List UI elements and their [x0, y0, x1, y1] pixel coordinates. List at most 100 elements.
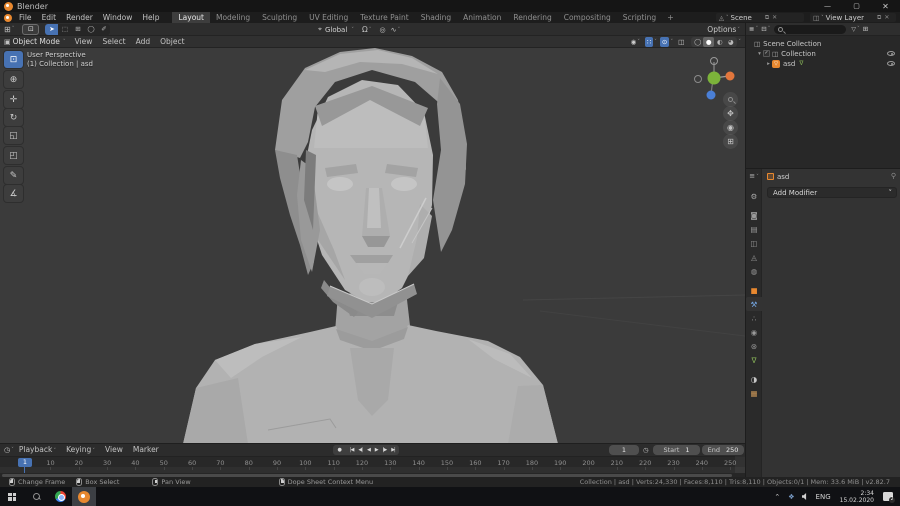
disclosure-triangle-icon[interactable]: ▾: [756, 51, 763, 57]
workspace-tab-animation[interactable]: Animation: [457, 12, 507, 23]
properties-tab-world[interactable]: ◍: [746, 264, 762, 278]
timeline-menu-playback[interactable]: Playback˅: [14, 444, 61, 457]
pan-button[interactable]: ✥: [723, 106, 738, 121]
tool-select-box[interactable]: ⊡: [4, 51, 23, 68]
workspace-tab-sculpting[interactable]: Sculpting: [256, 12, 303, 23]
timeline-menu-view[interactable]: View: [100, 444, 128, 457]
viewport-menu-add[interactable]: Add: [131, 36, 156, 47]
viewport-menu-object[interactable]: Object: [155, 36, 189, 47]
properties-tab-modifiers[interactable]: ⚒: [746, 297, 762, 311]
maximize-button[interactable]: ▢: [842, 0, 871, 12]
frame-start-field[interactable]: Start 1: [653, 445, 700, 455]
select-mode-select-box-new[interactable]: ⊞: [71, 24, 84, 35]
scene-selector[interactable]: ◬ ˅ Scene ⧉ ✕: [716, 13, 804, 22]
outliner-row-asd[interactable]: ▸ ▽ asd ∇: [746, 59, 900, 68]
proportional-falloff-icon[interactable]: ∿: [391, 26, 397, 34]
action-center-icon[interactable]: 2: [883, 492, 895, 503]
minimize-button[interactable]: —: [813, 0, 842, 12]
properties-tab-tool[interactable]: ⚙: [746, 189, 762, 203]
workspace-tab-rendering[interactable]: Rendering: [507, 12, 557, 23]
menubar-item-window[interactable]: Window: [98, 12, 138, 23]
timeline-menu-keying[interactable]: Keying˅: [61, 444, 100, 457]
workspace-tab-shading[interactable]: Shading: [415, 12, 457, 23]
disclosure-triangle-icon[interactable]: ▸: [765, 61, 772, 67]
transform-orientation-icon[interactable]: ⌖: [318, 25, 322, 34]
close-button[interactable]: ✕: [871, 0, 900, 12]
taskbar-clock[interactable]: 2:34 15.02.2020: [840, 490, 874, 504]
new-collection-button[interactable]: ⊞: [863, 25, 868, 33]
proportional-editing-icon[interactable]: ◎: [380, 26, 386, 34]
auto-keying-button[interactable]: ●: [335, 447, 343, 453]
timeline-ruler[interactable]: 1 10 20 30 40 50 60 70 80 90 100 110 120 130 140 150 16…: [0, 456, 745, 467]
jump-to-start-button[interactable]: |◀: [347, 447, 356, 453]
tool-annotate[interactable]: ✎: [4, 167, 23, 184]
workspace-tab-compositing[interactable]: Compositing: [558, 12, 617, 23]
xray-toggle[interactable]: ◫: [676, 37, 686, 47]
hide-in-viewport-eye-icon[interactable]: [887, 61, 895, 66]
properties-tab-object[interactable]: ■: [746, 283, 762, 297]
jump-to-next-keyframe-button[interactable]: |▶: [380, 447, 389, 453]
menubar-item-file[interactable]: File: [14, 12, 37, 23]
shading-rendered[interactable]: ◕: [725, 37, 736, 47]
frame-end-field[interactable]: End 250: [702, 445, 744, 455]
options-button[interactable]: Options ˅: [707, 24, 740, 35]
tool-transform[interactable]: ◰: [4, 147, 23, 164]
show-gizmo-toggle[interactable]: ∷: [645, 37, 654, 47]
properties-tab-render[interactable]: ◙: [746, 208, 762, 222]
object-visibility-button[interactable]: ◉ ˅: [629, 37, 642, 47]
workspace-tab-layout[interactable]: Layout: [172, 12, 210, 23]
tray-expand-chevron[interactable]: ⌃: [774, 493, 780, 501]
pin-icon[interactable]: ⚲: [891, 172, 896, 180]
unlink-scene-icon[interactable]: ✕: [772, 14, 777, 21]
show-overlays-toggle[interactable]: ⊙: [659, 37, 670, 47]
menubar-item-render[interactable]: Render: [61, 12, 98, 23]
editor-type-selector[interactable]: ≡˅: [747, 172, 761, 180]
tool-scale[interactable]: ◱: [4, 127, 23, 144]
outliner-row-collection[interactable]: ▾ ✓ ◫ Collection: [746, 49, 900, 58]
outliner-display-mode[interactable]: ≣ ˅: [749, 25, 758, 33]
add-workspace-button[interactable]: +: [662, 12, 679, 23]
new-scene-icon[interactable]: ⧉: [765, 14, 769, 22]
jump-to-prev-keyframe-button[interactable]: ◀|: [356, 447, 365, 453]
select-mode-tweak[interactable]: ➤: [45, 23, 59, 35]
tool-cursor[interactable]: ⊕: [4, 71, 23, 88]
language-indicator[interactable]: ENG: [816, 493, 831, 501]
menubar-item-edit[interactable]: Edit: [37, 12, 62, 23]
perspective-toggle-button[interactable]: ⊞: [723, 134, 738, 149]
snap-magnet-icon[interactable]: Ω: [362, 25, 368, 34]
mode-selector[interactable]: ▣ Object Mode ˅: [4, 37, 66, 46]
select-mode-select-box[interactable]: ⬚: [58, 24, 71, 35]
tool-move[interactable]: ✛: [4, 91, 23, 108]
shading-material-preview[interactable]: ◐: [714, 37, 725, 47]
properties-tab-scene[interactable]: ◬: [746, 250, 762, 264]
select-mode-select-circle[interactable]: ◯: [84, 24, 97, 35]
orientation-label[interactable]: Global: [325, 26, 347, 34]
properties-tab-particles[interactable]: ∴: [746, 311, 762, 325]
shading-solid[interactable]: ●: [703, 37, 715, 47]
outliner-search-input[interactable]: [774, 24, 847, 34]
shading-wireframe[interactable]: ◯: [692, 37, 703, 47]
volume-icon[interactable]: [801, 493, 807, 500]
properties-tab-material[interactable]: ◑: [746, 372, 762, 386]
collection-checkbox[interactable]: ✓: [763, 50, 770, 57]
properties-tab-texture[interactable]: ▦: [746, 386, 762, 400]
outliner-row-scene-collection[interactable]: ◫ Scene Collection: [746, 39, 900, 48]
current-frame-field[interactable]: 1: [609, 445, 639, 455]
viewport-menu-select[interactable]: Select: [97, 36, 130, 47]
jump-to-end-button[interactable]: ▶|: [389, 447, 398, 453]
properties-tab-view-layer[interactable]: ◫: [746, 236, 762, 250]
workspace-tab-uv-editing[interactable]: UV Editing: [303, 12, 354, 23]
remove-view-layer-icon[interactable]: ✕: [884, 14, 889, 21]
tool-rotate[interactable]: ↻: [4, 109, 23, 126]
properties-tab-object-data[interactable]: ∇: [746, 353, 762, 367]
editor-type-timeline[interactable]: ◷ ˅: [4, 446, 14, 454]
keying-clock-icon[interactable]: ◷: [643, 446, 649, 454]
blender-app-menu-icon[interactable]: [4, 13, 12, 22]
tray-app-icon[interactable]: ❖: [788, 493, 794, 501]
workspace-tab-modeling[interactable]: Modeling: [210, 12, 256, 23]
tool-measure[interactable]: ∡: [4, 185, 23, 202]
taskbar-blender-button[interactable]: [72, 487, 96, 506]
play-reverse-button[interactable]: ◀: [364, 447, 372, 453]
taskbar-search-button[interactable]: [24, 487, 48, 506]
timeline-menu-marker[interactable]: Marker: [128, 444, 164, 457]
